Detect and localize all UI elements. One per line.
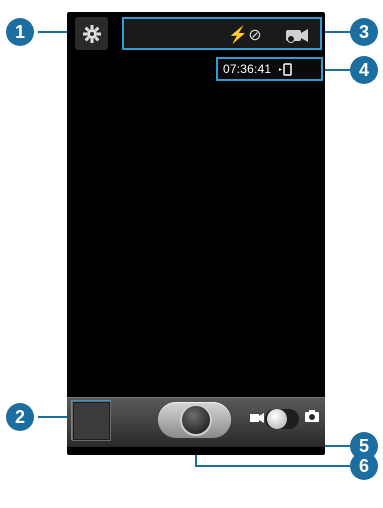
callout-1: 1 (6, 18, 34, 46)
video-camera-icon (250, 413, 264, 423)
photo-camera-icon (305, 410, 319, 422)
callout-4: 4 (350, 56, 378, 84)
callout-2: 2 (6, 403, 34, 431)
status-indicators: 07:36:41 (216, 57, 323, 81)
settings-button[interactable] (75, 17, 108, 50)
callout-6: 6 (350, 452, 378, 480)
phone-storage-icon (279, 62, 293, 76)
flash-off-icon[interactable]: ⚡⊘ (228, 23, 262, 47)
mode-switch-knob[interactable] (267, 409, 287, 429)
shutter-lens-icon (180, 404, 212, 436)
recording-time: 07:36:41 (223, 62, 272, 76)
camera-mode-icon (286, 29, 308, 43)
gear-icon (82, 24, 101, 43)
image-viewer-thumbnail[interactable] (73, 402, 110, 440)
callout-3: 3 (350, 18, 378, 46)
camera-mode-button[interactable] (276, 23, 316, 47)
shortcuts-bar: ⚡⊘ (122, 17, 322, 50)
